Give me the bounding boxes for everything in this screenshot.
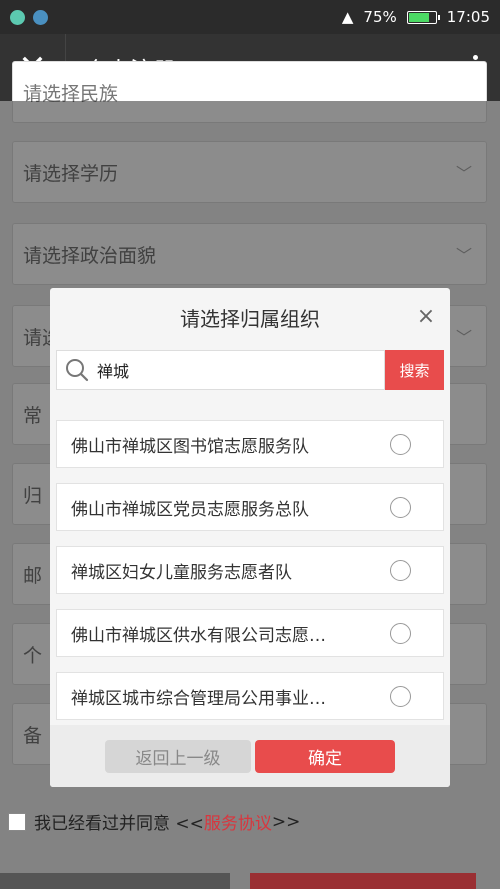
list-item[interactable]: 禅城区妇女儿童服务志愿者队 (56, 546, 444, 594)
service-agreement-link[interactable]: 服务协议 (204, 809, 272, 834)
organization-dialog: 请选择归属组织 × 搜索 佛山市禅城区图书馆志愿服务队 佛山市禅城区党员志愿服务… (50, 288, 450, 787)
dialog-footer: 返回上一级 确定 (50, 725, 450, 787)
bottom-left-button[interactable] (0, 873, 230, 889)
list-item[interactable]: 佛山市禅城区供水有限公司志愿… (56, 609, 444, 657)
search-icon (57, 350, 97, 390)
item-label: 禅城区城市综合管理局公用事业… (71, 688, 326, 709)
search-button[interactable]: 搜索 (385, 350, 444, 390)
item-label: 佛山市禅城区供水有限公司志愿… (71, 625, 326, 646)
status-bar: ▲ 75% 17:05 (0, 0, 500, 34)
item-label: 佛山市禅城区图书馆志愿服务队 (71, 436, 309, 457)
dialog-title: 请选择归属组织 (180, 306, 320, 331)
confirm-button[interactable]: 确定 (255, 740, 395, 773)
search-box (56, 350, 385, 390)
close-icon[interactable]: × (414, 304, 438, 329)
battery-icon (406, 10, 440, 24)
signal-icon: ▲ (341, 8, 354, 26)
list-item[interactable]: 禅城区城市综合管理局公用事业… (56, 672, 444, 720)
agreement-row: 我已经看过并同意 << 服务协议 >> (8, 809, 300, 834)
radio-button[interactable] (390, 622, 411, 644)
radio-button[interactable] (390, 433, 411, 455)
search-input[interactable] (97, 360, 297, 380)
radio-button[interactable] (390, 496, 411, 518)
item-label: 佛山市禅城区党员志愿服务总队 (71, 499, 309, 520)
item-label: 禅城区妇女儿童服务志愿者队 (71, 562, 292, 583)
app-notification-icon-2 (33, 9, 48, 25)
search-bar: 搜索 (56, 350, 444, 390)
agree-text: 我已经看过并同意 << (34, 814, 204, 834)
bottom-right-button[interactable] (250, 873, 476, 889)
radio-button[interactable] (390, 559, 411, 581)
list-item[interactable]: 佛山市禅城区图书馆志愿服务队 (56, 420, 444, 468)
list-item[interactable]: 佛山市禅城区党员志愿服务总队 (56, 483, 444, 531)
app-notification-icon (10, 9, 25, 25)
organization-list: 佛山市禅城区图书馆志愿服务队 佛山市禅城区党员志愿服务总队 禅城区妇女儿童服务志… (56, 420, 444, 735)
agree-suffix: >> (271, 811, 301, 832)
agree-checkbox[interactable] (8, 812, 26, 831)
clock: 17:05 (446, 8, 490, 26)
dialog-header: 请选择归属组织 × (50, 288, 450, 346)
battery-percent: 75% (363, 8, 397, 26)
back-button[interactable]: 返回上一级 (105, 740, 251, 773)
radio-button[interactable] (390, 685, 411, 707)
